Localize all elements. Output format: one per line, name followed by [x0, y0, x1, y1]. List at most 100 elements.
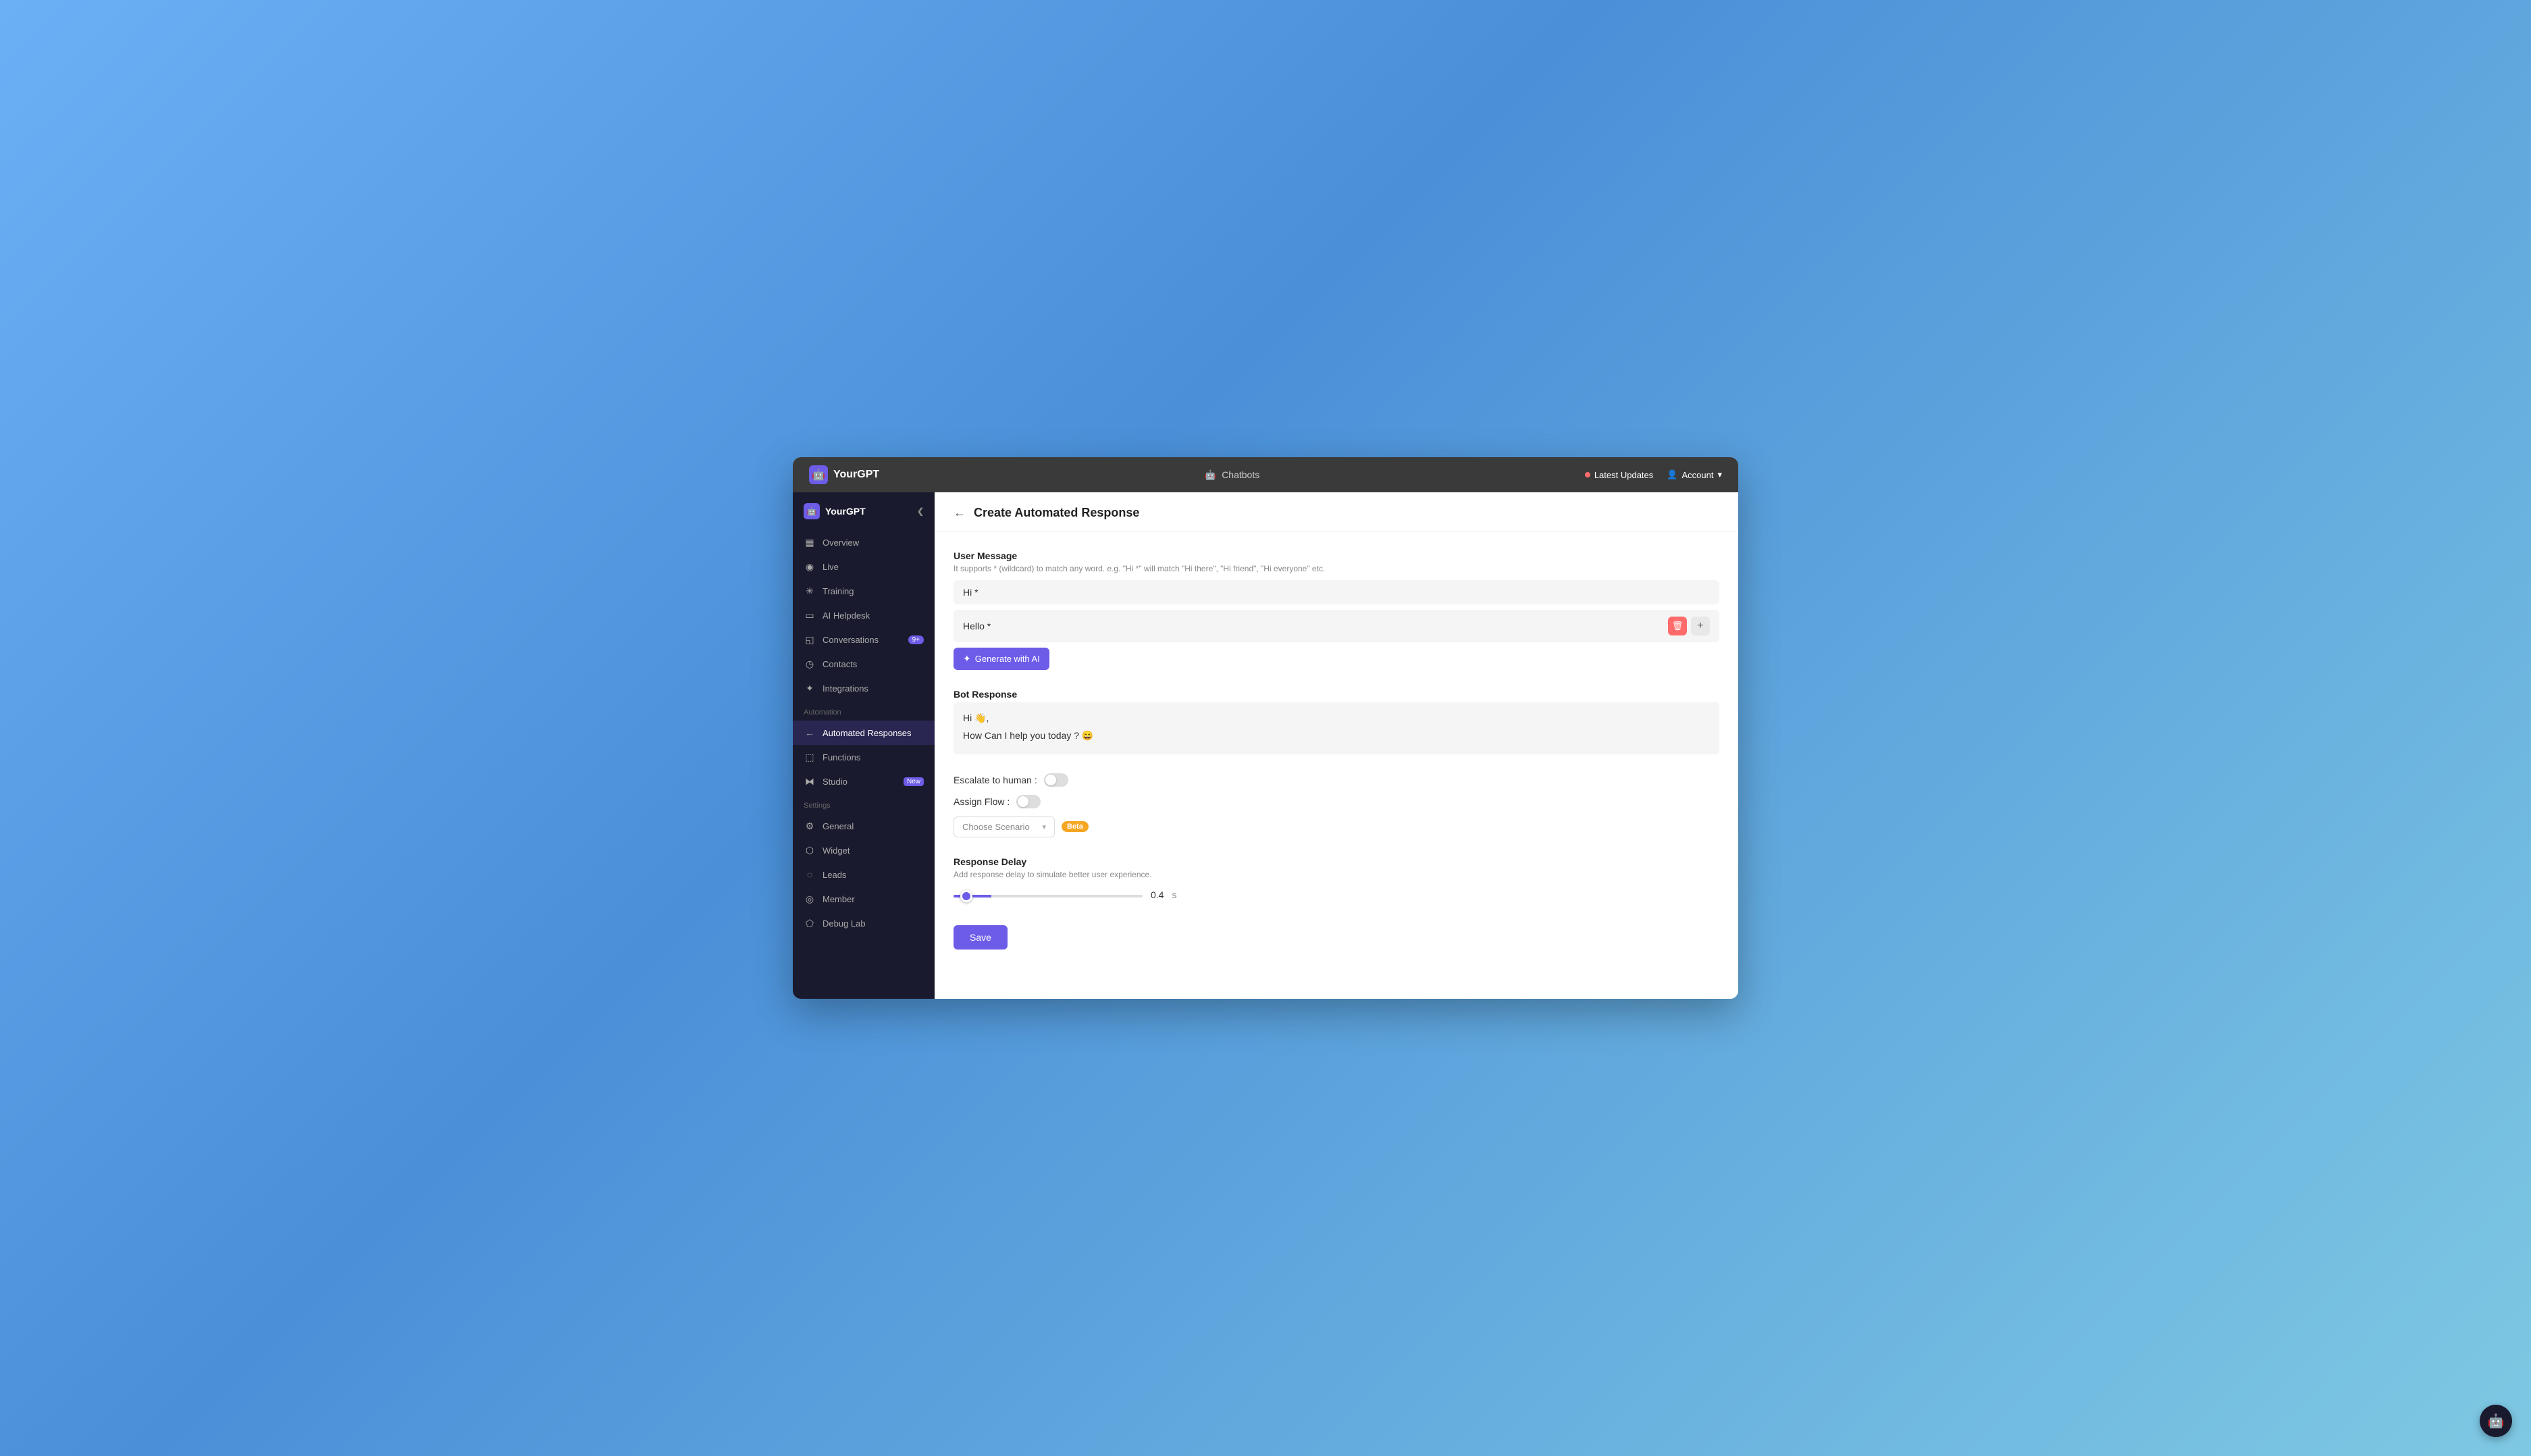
- assign-flow-section: Assign Flow : Choose Scenario ▾ Beta: [954, 795, 1719, 837]
- escalate-label: Escalate to human :: [954, 775, 1037, 785]
- bot-response-box[interactable]: Hi 👋, How Can I help you today ? 😄: [954, 702, 1719, 754]
- response-delay-label: Response Delay: [954, 856, 1719, 867]
- chatbots-label: Chatbots: [1222, 469, 1259, 480]
- sidebar-item-debug-lab[interactable]: ⬠ Debug Lab: [793, 911, 935, 935]
- back-arrow-btn[interactable]: ←: [954, 506, 966, 520]
- sidebar-item-widget[interactable]: ⬡ Widget: [793, 838, 935, 862]
- sidebar-item-live[interactable]: ◉ Live: [793, 554, 935, 579]
- escalate-toggle-row: Escalate to human :: [954, 773, 1719, 787]
- contacts-icon: ◷: [804, 658, 816, 670]
- sidebar-item-label: Live: [823, 562, 839, 572]
- bot-response-line-2: How Can I help you today ? 😄: [963, 728, 1710, 743]
- member-icon: ◎: [804, 893, 816, 905]
- user-message-sublabel: It supports * (wildcard) to match any wo…: [954, 564, 1719, 573]
- save-button[interactable]: Save: [954, 925, 1008, 950]
- sidebar-item-automated-responses[interactable]: ← Automated Responses: [793, 721, 935, 745]
- fab-bot-btn[interactable]: 🤖: [2480, 1405, 2512, 1437]
- overview-icon: ▦: [804, 536, 816, 548]
- sidebar-bot-icon: 🤖: [804, 503, 820, 519]
- sidebar-item-training[interactable]: ✳ Training: [793, 579, 935, 603]
- ai-stars-icon: ✦: [963, 653, 971, 665]
- sidebar-item-leads[interactable]: ◌ Leads: [793, 862, 935, 887]
- sidebar-item-label: Automated Responses: [823, 728, 912, 738]
- sidebar-collapse-icon[interactable]: ❮: [917, 506, 924, 516]
- debug-lab-icon: ⬠: [804, 917, 816, 929]
- sidebar: 🤖 YourGPT ❮ ▦ Overview ◉ Live ✳ Training…: [793, 492, 935, 999]
- latest-updates-btn[interactable]: Latest Updates: [1585, 470, 1653, 480]
- generate-ai-label: Generate with AI: [975, 654, 1040, 664]
- sidebar-item-conversations[interactable]: ◱ Conversations 9+: [793, 627, 935, 652]
- slider-row: 0.4 s: [954, 889, 1719, 901]
- settings-section-label: Settings: [793, 794, 935, 814]
- page-header: ← Create Automated Response: [935, 492, 1738, 531]
- studio-badge: New: [904, 777, 924, 786]
- generate-ai-btn[interactable]: ✦ Generate with AI: [954, 648, 1049, 670]
- chatbots-icon: 🤖: [1205, 469, 1216, 481]
- training-icon: ✳: [804, 585, 816, 597]
- delay-unit: s: [1172, 889, 1176, 900]
- leads-icon: ◌: [804, 868, 816, 881]
- sidebar-item-label: Integrations: [823, 683, 868, 694]
- sidebar-item-label: Leads: [823, 870, 846, 880]
- sidebar-item-general[interactable]: ⚙ General: [793, 814, 935, 838]
- app-window: 🤖 YourGPT 🤖 Chatbots Latest Updates 👤 Ac…: [793, 457, 1738, 999]
- sidebar-item-label: Studio: [823, 777, 847, 787]
- user-message-section: User Message It supports * (wildcard) to…: [954, 550, 1719, 670]
- sidebar-brand-left: 🤖 YourGPT: [804, 503, 866, 519]
- response-delay-sublabel: Add response delay to simulate better us…: [954, 870, 1719, 879]
- functions-icon: ⬚: [804, 751, 816, 763]
- main-layout: 🤖 YourGPT ❮ ▦ Overview ◉ Live ✳ Training…: [793, 492, 1738, 999]
- choose-scenario-select[interactable]: Choose Scenario ▾: [954, 816, 1055, 837]
- sidebar-item-ai-helpdesk[interactable]: ▭ AI Helpdesk: [793, 603, 935, 627]
- sidebar-item-studio[interactable]: ⧓ Studio New: [793, 769, 935, 794]
- page-content: User Message It supports * (wildcard) to…: [935, 531, 1738, 968]
- notification-dot: [1585, 472, 1590, 477]
- live-icon: ◉: [804, 561, 816, 573]
- automation-section-label: Automation: [793, 700, 935, 721]
- top-nav-center: 🤖 Chatbots: [1205, 469, 1259, 481]
- assign-flow-toggle-row: Assign Flow :: [954, 795, 1719, 808]
- sidebar-item-label: AI Helpdesk: [823, 610, 870, 621]
- message-text-hello: Hello *: [963, 621, 991, 631]
- sidebar-item-integrations[interactable]: ✦ Integrations: [793, 676, 935, 700]
- assign-flow-toggle[interactable]: [1016, 795, 1041, 808]
- response-delay-section: Response Delay Add response delay to sim…: [954, 856, 1719, 901]
- scenario-row: Choose Scenario ▾ Beta: [954, 816, 1719, 837]
- sidebar-item-member[interactable]: ◎ Member: [793, 887, 935, 911]
- delay-value: 0.4: [1151, 889, 1164, 900]
- delay-slider-container: [954, 889, 1143, 901]
- sidebar-item-label: Debug Lab: [823, 918, 866, 929]
- conversations-badge: 9+: [908, 635, 924, 644]
- sidebar-item-label: Widget: [823, 846, 850, 856]
- integrations-icon: ✦: [804, 682, 816, 694]
- sidebar-item-label: Overview: [823, 538, 859, 548]
- message-text-hi: Hi *: [963, 587, 979, 598]
- content-area: ← Create Automated Response User Message…: [935, 492, 1738, 999]
- bot-response-label: Bot Response: [954, 689, 1719, 700]
- brand-bot-icon: 🤖: [809, 465, 828, 484]
- general-icon: ⚙: [804, 820, 816, 832]
- sidebar-item-label: Member: [823, 894, 855, 904]
- sidebar-item-label: General: [823, 821, 854, 831]
- ai-helpdesk-icon: ▭: [804, 609, 816, 621]
- scenario-chevron-icon: ▾: [1042, 823, 1046, 831]
- account-btn[interactable]: 👤 Account ▾: [1667, 469, 1722, 480]
- message-actions: 🗑 +: [1668, 617, 1710, 635]
- user-message-label: User Message: [954, 550, 1719, 561]
- sidebar-item-label: Contacts: [823, 659, 857, 669]
- top-nav-brand: 🤖 YourGPT: [809, 465, 879, 484]
- top-nav-right: Latest Updates 👤 Account ▾: [1585, 469, 1722, 480]
- delete-message-btn[interactable]: 🗑: [1668, 617, 1687, 635]
- studio-icon: ⧓: [804, 775, 816, 787]
- delay-slider[interactable]: [954, 895, 1143, 898]
- sidebar-item-contacts[interactable]: ◷ Contacts: [793, 652, 935, 676]
- message-input-hello: Hello * 🗑 +: [954, 610, 1719, 642]
- sidebar-item-label: Functions: [823, 752, 860, 762]
- sidebar-item-label: Conversations: [823, 635, 879, 645]
- account-chevron: ▾: [1717, 469, 1722, 480]
- sidebar-item-functions[interactable]: ⬚ Functions: [793, 745, 935, 769]
- escalate-toggle[interactable]: [1044, 773, 1068, 787]
- add-message-btn[interactable]: +: [1691, 617, 1710, 635]
- message-input-hi[interactable]: Hi *: [954, 580, 1719, 604]
- sidebar-item-overview[interactable]: ▦ Overview: [793, 530, 935, 554]
